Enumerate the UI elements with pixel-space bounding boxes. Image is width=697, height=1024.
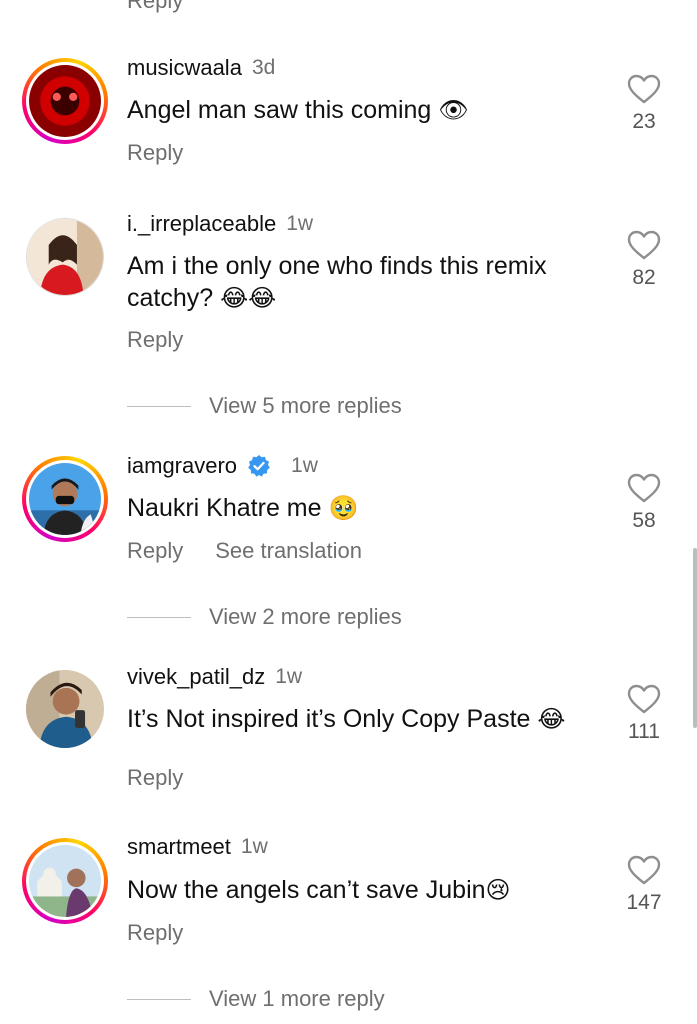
- avatar-story-ring[interactable]: [22, 838, 108, 924]
- avatar: [29, 845, 101, 917]
- view-replies-label[interactable]: View 2 more replies: [209, 604, 402, 630]
- comment-username[interactable]: vivek_patil_dz: [127, 664, 265, 690]
- avatar-story-ring[interactable]: [22, 456, 108, 542]
- like-count: 111: [628, 720, 660, 743]
- eye-emoji: 👁: [438, 96, 469, 124]
- heart-icon[interactable]: [627, 684, 661, 714]
- reply-button[interactable]: Reply: [127, 140, 183, 166]
- comment-time: 1w: [275, 665, 303, 688]
- comment-text: It’s Not inspired it’s Only Copy Paste 😂: [127, 705, 566, 733]
- like-count: 147: [626, 891, 662, 914]
- verified-badge-icon: [248, 455, 270, 477]
- see-translation-button[interactable]: See translation: [215, 538, 362, 564]
- heart-icon[interactable]: [627, 473, 661, 503]
- view-replies-label[interactable]: View 1 more reply: [209, 986, 385, 1012]
- comment-username[interactable]: smartmeet: [127, 834, 231, 860]
- comment-text: Now the angels can’t save Jubin😢: [127, 876, 511, 904]
- avatar: [26, 670, 104, 748]
- reply-button[interactable]: Reply: [127, 765, 183, 791]
- avatar: [27, 219, 103, 295]
- avatar-wrapper[interactable]: [22, 666, 108, 752]
- comment-time: 1w: [291, 454, 318, 477]
- divider: [127, 616, 191, 618]
- avatar: [29, 463, 101, 535]
- comment-text: Naukri Khatre me 🥹: [127, 494, 359, 522]
- comment-time: 1w: [286, 212, 314, 235]
- crying-emoji: 😢: [485, 876, 511, 904]
- reply-button[interactable]: Reply: [127, 538, 183, 564]
- avatar: [29, 65, 101, 137]
- divider: [127, 998, 191, 1000]
- scrollbar[interactable]: [693, 548, 697, 728]
- reply-button[interactable]: Reply: [127, 920, 183, 946]
- view-more-replies[interactable]: View 5 more replies: [127, 393, 402, 419]
- comment-time: 3d: [251, 56, 276, 79]
- like-count: 58: [632, 509, 656, 532]
- view-more-replies[interactable]: View 1 more reply: [127, 986, 385, 1012]
- reply-button[interactable]: Reply: [127, 327, 183, 353]
- laughing-emoji: 😂: [537, 705, 566, 733]
- heart-icon[interactable]: [627, 74, 661, 104]
- previous-comment-reply-button[interactable]: Reply: [127, 0, 183, 14]
- like-count: 23: [632, 110, 656, 133]
- avatar-wrapper[interactable]: [22, 214, 108, 300]
- laughing-emoji: 😂😂: [220, 284, 277, 312]
- divider: [127, 405, 191, 407]
- comment-text: Am i the only one who finds this remix c…: [127, 252, 547, 312]
- view-replies-label[interactable]: View 5 more replies: [209, 393, 402, 419]
- heart-icon[interactable]: [627, 855, 661, 885]
- comment-username[interactable]: i._irreplaceable: [127, 211, 276, 237]
- comment-text: Angel man saw this coming 👁: [127, 96, 469, 124]
- pleading-emoji: 🥹: [328, 494, 359, 522]
- like-count: 82: [632, 266, 656, 289]
- comment-time: 1w: [240, 835, 268, 858]
- comment-username[interactable]: iamgravero: [127, 453, 237, 479]
- view-more-replies[interactable]: View 2 more replies: [127, 604, 402, 630]
- avatar-story-ring[interactable]: [22, 58, 108, 144]
- comment-username[interactable]: musicwaala: [127, 55, 242, 81]
- heart-icon[interactable]: [627, 230, 661, 260]
